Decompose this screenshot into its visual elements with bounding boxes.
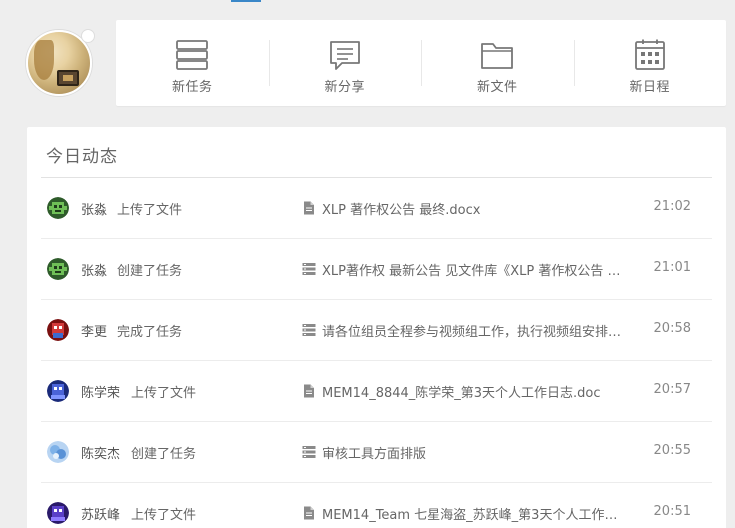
panel-title: 今日动态	[46, 147, 118, 167]
activity-row[interactable]: 张淼 创建了任务 XLP著作权 最新公告 见文件库《XLP 著作权公告 最终》 …	[41, 239, 712, 300]
activity-feed: 张淼 上传了文件 XLP 著作权公告 最终.docx 21:02 张淼 创建了任…	[41, 178, 712, 528]
task-list-icon	[176, 40, 209, 70]
target-link[interactable]: 请各位组员全程参与视频组工作，执行视频组安排的任务	[322, 321, 628, 340]
document-icon	[304, 384, 314, 398]
task-list-icon	[302, 324, 316, 336]
user-name[interactable]: 张淼	[81, 260, 107, 279]
user-avatar-icon[interactable]	[47, 197, 69, 219]
timestamp: 20:55	[653, 443, 691, 458]
user-name[interactable]: 苏跃峰	[81, 504, 120, 523]
calendar-icon	[634, 39, 665, 70]
user-avatar-icon[interactable]	[47, 502, 69, 524]
new-file-button[interactable]: 新文件	[421, 20, 574, 106]
status-dot	[81, 29, 95, 43]
timestamp: 20:57	[653, 382, 691, 397]
target-link[interactable]: 审核工具方面排版	[322, 443, 628, 462]
activity-row[interactable]: 苏跃峰 上传了文件 MEM14_Team 七星海盗_苏跃峰_第3天个人工作日志.…	[41, 483, 712, 528]
quick-actions-bar: 新任务 新分享 新文件 新日程	[116, 20, 726, 106]
action-text: 完成了任务	[117, 325, 183, 340]
activity-row[interactable]: 李更 完成了任务 请各位组员全程参与视频组工作，执行视频组安排的任务 20:58	[41, 300, 712, 361]
today-activity-panel: 今日动态 张淼 上传了文件 XLP 著作权公告 最终.docx 21:02 张淼…	[27, 127, 726, 528]
new-task-label: 新任务	[171, 80, 213, 95]
user-avatar-icon[interactable]	[47, 258, 69, 280]
action-text: 上传了文件	[131, 386, 197, 401]
user-avatar-icon[interactable]	[47, 319, 69, 341]
new-share-button[interactable]: 新分享	[268, 20, 422, 106]
document-icon	[304, 201, 314, 215]
user-name[interactable]: 张淼	[81, 199, 107, 218]
timestamp: 20:58	[653, 321, 691, 336]
new-share-label: 新分享	[324, 80, 365, 95]
user-name[interactable]: 李更	[81, 321, 107, 340]
user-avatar[interactable]	[26, 29, 95, 96]
activity-row[interactable]: 陈奕杰 创建了任务 审核工具方面排版 20:55	[41, 422, 712, 483]
new-task-button[interactable]: 新任务	[116, 20, 269, 106]
new-schedule-button[interactable]: 新日程	[573, 20, 727, 106]
document-icon	[304, 506, 314, 520]
activity-row[interactable]: 张淼 上传了文件 XLP 著作权公告 最终.docx 21:02	[41, 178, 712, 239]
activity-row[interactable]: 陈学荣 上传了文件 MEM14_8844_陈学荣_第3天个人工作日志.doc 2…	[41, 361, 712, 422]
task-list-icon	[302, 446, 316, 458]
timestamp: 20:51	[653, 504, 691, 519]
target-link[interactable]: XLP 著作权公告 最终.docx	[322, 199, 628, 218]
action-text: 上传了文件	[117, 203, 183, 218]
target-link[interactable]: MEM14_Team 七星海盗_苏跃峰_第3天个人工作日志.doc	[322, 504, 628, 523]
top-nav-active-indicator	[231, 0, 261, 2]
action-text: 上传了文件	[131, 508, 197, 523]
user-name[interactable]: 陈学荣	[81, 382, 120, 401]
share-message-icon	[329, 41, 360, 70]
target-link[interactable]: MEM14_8844_陈学荣_第3天个人工作日志.doc	[322, 382, 628, 401]
new-schedule-label: 新日程	[629, 80, 670, 95]
target-link[interactable]: XLP著作权 最新公告 见文件库《XLP 著作权公告 最终》	[322, 260, 628, 279]
user-avatar-icon[interactable]	[47, 441, 69, 463]
new-file-label: 新文件	[476, 80, 518, 95]
timestamp: 21:02	[653, 199, 691, 214]
action-text: 创建了任务	[131, 447, 197, 462]
folder-icon	[481, 43, 514, 69]
timestamp: 21:01	[653, 260, 691, 275]
action-text: 创建了任务	[117, 264, 183, 279]
task-list-icon	[302, 263, 316, 275]
user-name[interactable]: 陈奕杰	[81, 443, 120, 462]
user-avatar-icon[interactable]	[47, 380, 69, 402]
